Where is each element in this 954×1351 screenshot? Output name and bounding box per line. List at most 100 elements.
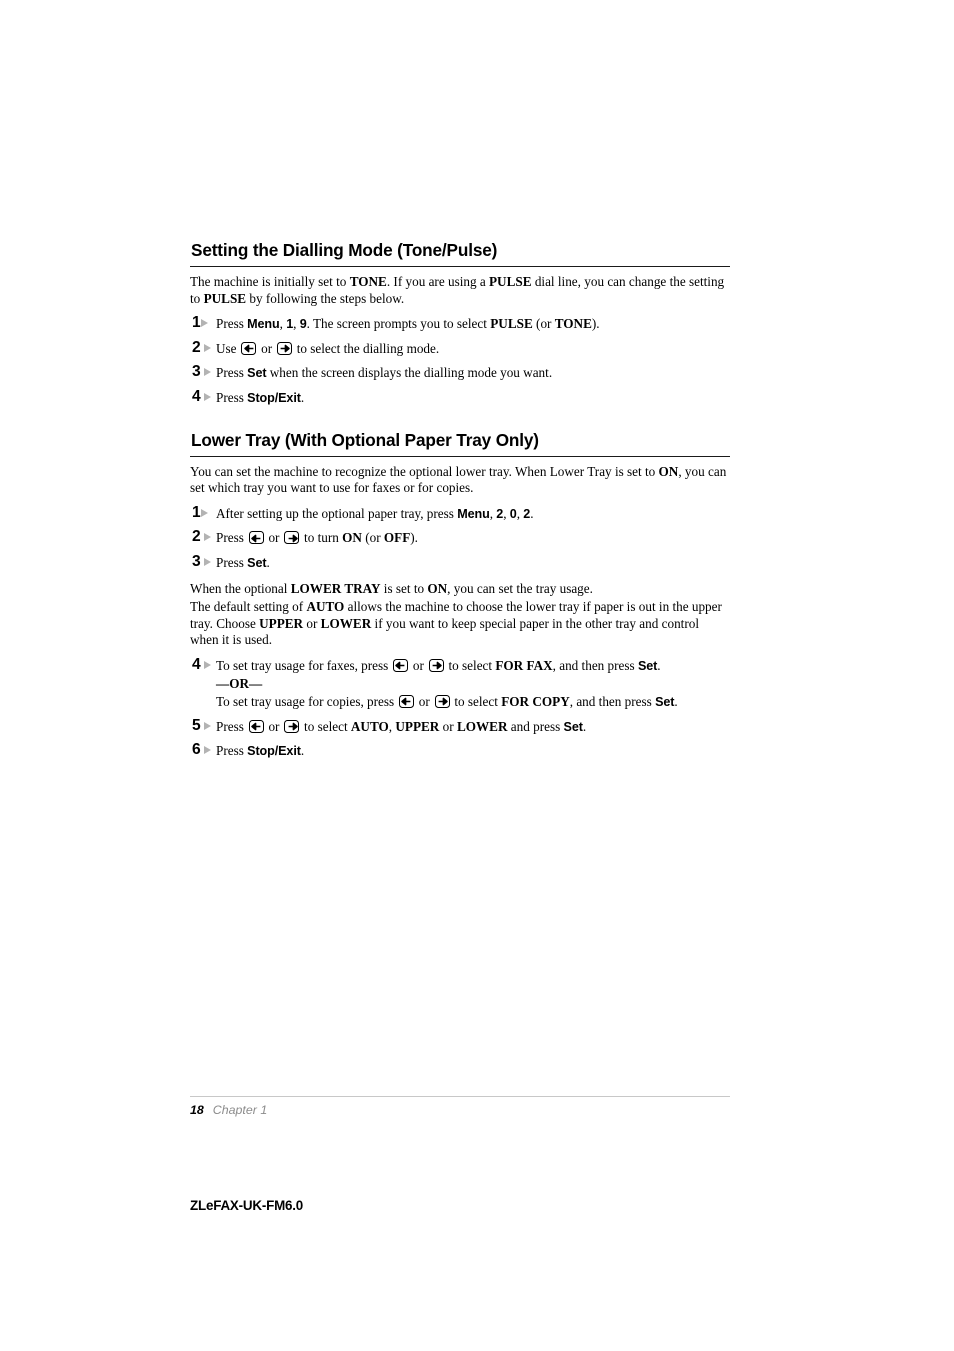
text-run: The default setting of bbox=[190, 599, 307, 615]
left-arrow-key-icon bbox=[241, 341, 257, 355]
left-arrow-key-icon bbox=[393, 658, 409, 672]
button-name: Set bbox=[655, 695, 675, 710]
page-number: 18 bbox=[190, 1103, 204, 1117]
text-run: Press bbox=[216, 530, 248, 546]
text-run: . bbox=[300, 389, 305, 405]
section-notes: When the optional LOWER TRAY is set to O… bbox=[190, 581, 730, 649]
step-list: 1 Press Menu, 1, 9. The screen prompts yo… bbox=[190, 314, 730, 407]
step-item: 2 Press or to turn ON (or OFF). bbox=[190, 528, 730, 547]
chapter-label: Chapter 1 bbox=[212, 1103, 268, 1117]
button-name: Set bbox=[563, 719, 583, 734]
text-run: . bbox=[582, 718, 587, 734]
button-name: Set bbox=[637, 658, 658, 673]
right-arrow-key-icon bbox=[284, 719, 300, 733]
step-text: Press Set when the screen displays the d… bbox=[216, 365, 730, 382]
text-run: to turn bbox=[300, 530, 343, 546]
section-intro: You can set the machine to recognize the… bbox=[190, 464, 730, 497]
step-item: 4 Press Stop/Exit. bbox=[190, 388, 730, 407]
text-run: by following the steps below. bbox=[246, 290, 405, 306]
emphasis-term: TONE bbox=[554, 316, 592, 332]
step-item: 3 Press Set when the screen displays the … bbox=[190, 363, 730, 382]
step-number: 1 bbox=[192, 504, 216, 522]
step-item: 1 After setting up the optional paper tra… bbox=[190, 504, 730, 523]
text-run: or bbox=[257, 340, 276, 356]
emphasis-term: OFF bbox=[383, 530, 411, 546]
text-run: and press bbox=[507, 718, 564, 734]
page-footer: 18 Chapter 1 bbox=[190, 1096, 730, 1118]
emphasis-term: FOR COPY bbox=[501, 694, 570, 710]
text-run: to select the dialling mode. bbox=[293, 340, 440, 356]
text-run: Press bbox=[216, 554, 248, 570]
emphasis-term: ON bbox=[655, 463, 679, 479]
button-name: 0 bbox=[509, 506, 517, 521]
right-arrow-key-icon bbox=[284, 531, 300, 545]
text-run: Press bbox=[216, 316, 248, 332]
emphasis-term: FOR FAX bbox=[495, 657, 553, 673]
or-separator: —OR— bbox=[216, 675, 263, 691]
left-arrow-key-icon bbox=[398, 695, 414, 709]
text-run: , bbox=[503, 505, 510, 521]
text-run: or bbox=[265, 718, 283, 734]
step-item: 5 Press or to select AUTO, UPPER or LOWER… bbox=[190, 717, 730, 736]
emphasis-term: ON bbox=[427, 580, 448, 596]
document-id: ZLeFAX-UK-FM6.0 bbox=[190, 1198, 304, 1213]
step-number: 3 bbox=[192, 363, 216, 381]
paragraph: The machine is initially set to TONE. If… bbox=[190, 274, 730, 307]
step-text: Use or to select the dialling mode. bbox=[216, 341, 730, 358]
text-run: . bbox=[657, 657, 661, 673]
text-run: , and then press bbox=[552, 657, 638, 673]
section-lower-tray: Lower Tray (With Optional Paper Tray Onl… bbox=[190, 430, 730, 760]
button-name: Set bbox=[247, 366, 267, 381]
paragraph: The default setting of AUTO allows the m… bbox=[190, 599, 730, 649]
section-heading: Lower Tray (With Optional Paper Tray Onl… bbox=[191, 429, 539, 450]
emphasis-term: AUTO bbox=[306, 599, 345, 615]
text-run: or bbox=[303, 615, 321, 631]
step-number: 4 bbox=[192, 388, 216, 406]
heading-divider bbox=[190, 266, 730, 267]
section-intro: The machine is initially set to TONE. If… bbox=[190, 274, 730, 307]
text-run: , you can set the tray usage. bbox=[447, 580, 593, 596]
text-run: or bbox=[409, 657, 428, 673]
step-number: 2 bbox=[192, 528, 216, 546]
emphasis-term: PULSE bbox=[489, 274, 532, 289]
step-text: To set tray usage for faxes, press or to… bbox=[216, 658, 730, 675]
text-run: . bbox=[530, 505, 534, 521]
text-run: After setting up the optional paper tray… bbox=[216, 505, 458, 521]
emphasis-term: LOWER bbox=[456, 718, 508, 734]
section-dialling-mode: Setting the Dialling Mode (Tone/Pulse) T… bbox=[190, 240, 730, 407]
text-run: to select bbox=[445, 657, 496, 673]
emphasis-term: UPPER bbox=[259, 615, 304, 631]
step-item: 4 To set tray usage for faxes, press or t… bbox=[190, 656, 730, 711]
text-run: Use bbox=[216, 340, 240, 356]
text-run: The machine is initially set to bbox=[190, 274, 350, 289]
text-run: to select bbox=[300, 718, 351, 734]
footer-line: 18 Chapter 1 bbox=[190, 1103, 730, 1118]
button-name: 9 bbox=[299, 317, 307, 332]
button-name: Menu bbox=[457, 506, 490, 521]
text-run: Press bbox=[216, 718, 248, 734]
page-content: Setting the Dialling Mode (Tone/Pulse) T… bbox=[190, 240, 730, 760]
section-heading: Setting the Dialling Mode (Tone/Pulse) bbox=[191, 240, 498, 260]
emphasis-term: PULSE bbox=[203, 290, 247, 306]
text-run: . bbox=[266, 554, 270, 570]
text-run: Press bbox=[216, 389, 248, 405]
right-arrow-key-icon bbox=[428, 658, 444, 672]
step-number: 4 bbox=[192, 656, 216, 674]
left-arrow-key-icon bbox=[248, 531, 264, 545]
step-text: Press Stop/Exit. bbox=[216, 743, 730, 760]
step-number: 5 bbox=[192, 717, 216, 735]
text-run: . The screen prompts you to select bbox=[306, 316, 491, 332]
text-run: Press bbox=[216, 365, 248, 381]
emphasis-term: UPPER bbox=[395, 718, 440, 734]
step-text: Press or to turn ON (or OFF). bbox=[216, 530, 730, 547]
left-arrow-key-icon bbox=[248, 719, 264, 733]
paragraph: You can set the machine to recognize the… bbox=[190, 464, 730, 497]
step-item: 2 Use or to select the dialling mode. bbox=[190, 339, 730, 358]
text-run: , bbox=[293, 316, 300, 332]
text-run: . bbox=[300, 743, 305, 759]
emphasis-term: AUTO bbox=[350, 718, 389, 734]
text-run: is set to bbox=[380, 580, 428, 596]
text-run: Press bbox=[216, 743, 248, 759]
text-run: You can set the machine to recognize the… bbox=[190, 463, 656, 479]
step-number: 3 bbox=[192, 553, 216, 571]
